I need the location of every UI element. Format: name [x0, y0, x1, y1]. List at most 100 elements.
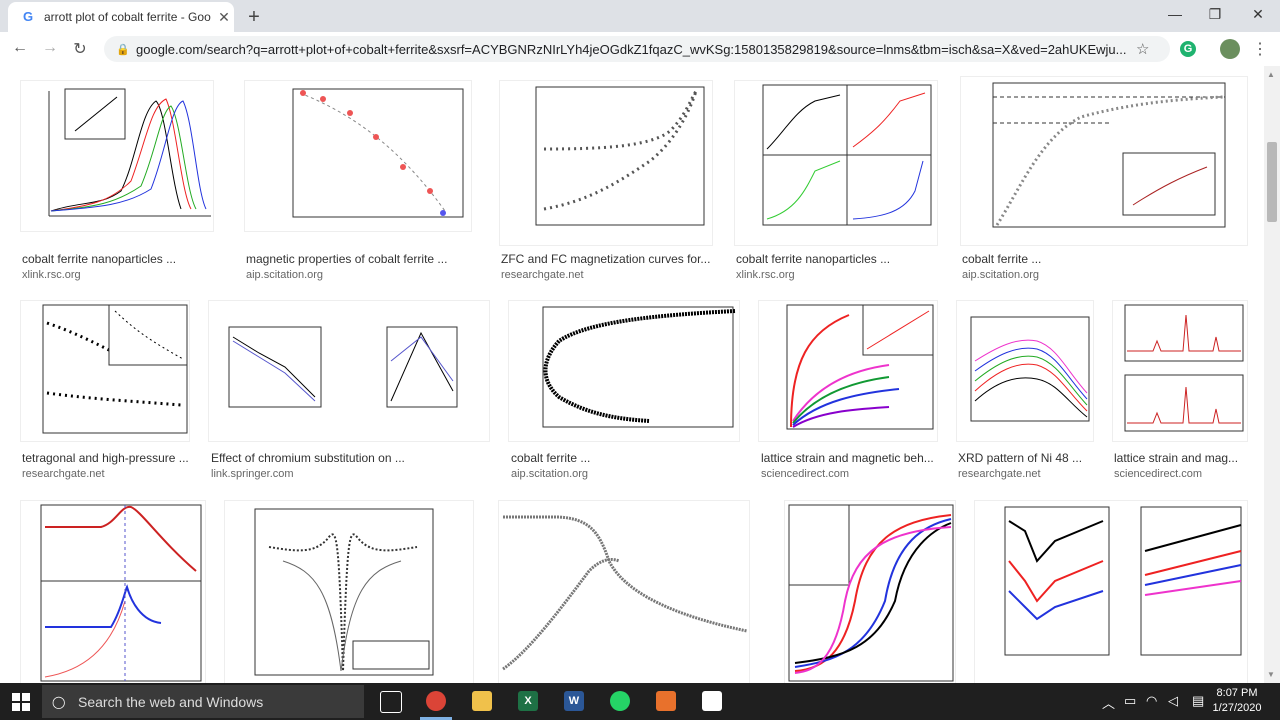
- browser-toolbar: ← → ↻ 🔒 google.com/search?q=arrott+plot+…: [0, 32, 1280, 67]
- scroll-up-icon[interactable]: ▲: [1267, 70, 1275, 79]
- result-thumbnail[interactable]: [974, 500, 1248, 683]
- powerpoint-icon[interactable]: [656, 691, 676, 711]
- result-thumbnail[interactable]: [498, 500, 750, 683]
- restore-icon[interactable]: ❐: [1200, 6, 1230, 23]
- image-results-grid: cobalt ferrite nanoparticles ... xlink.r…: [0, 66, 1264, 683]
- windows-taskbar: ◯ Search the web and Windows X W ︿ ▭ ◠ ◁…: [0, 683, 1280, 720]
- thumbnail-graphic: [975, 501, 1247, 683]
- thumbnail-graphic: [509, 301, 739, 441]
- star-icon[interactable]: ☆: [1136, 40, 1156, 58]
- result-source[interactable]: aip.scitation.org: [511, 468, 588, 480]
- thumbnail-graphic: [500, 81, 712, 245]
- result-thumbnail[interactable]: [508, 300, 740, 442]
- result-thumbnail[interactable]: [20, 300, 190, 442]
- result-caption[interactable]: cobalt ferrite ...: [511, 451, 711, 465]
- clock-date: 1/27/2020: [1212, 702, 1262, 714]
- result-source[interactable]: aip.scitation.org: [246, 269, 323, 281]
- taskbar-search-placeholder: Search the web and Windows: [78, 693, 264, 710]
- page-scrollbar[interactable]: ▲ ▼: [1264, 66, 1280, 683]
- thumbnail-graphic: [957, 301, 1093, 441]
- windows-start-icon[interactable]: [12, 693, 30, 711]
- result-source[interactable]: link.springer.com: [211, 468, 294, 480]
- notification-icon[interactable]: ▤: [1192, 693, 1204, 709]
- result-caption[interactable]: Effect of chromium substitution on ...: [211, 451, 451, 465]
- result-thumbnail[interactable]: [758, 300, 938, 442]
- scrollbar-thumb[interactable]: [1267, 142, 1277, 222]
- result-source[interactable]: xlink.rsc.org: [22, 269, 81, 281]
- result-thumbnail[interactable]: [208, 300, 490, 442]
- thumbnail-graphic: [735, 81, 937, 245]
- thumbnail-graphic: [499, 501, 749, 683]
- result-thumbnail[interactable]: [734, 80, 938, 246]
- result-thumbnail[interactable]: [1112, 300, 1248, 442]
- tab-strip: G arrott plot of cobalt ferrite - Goo ✕ …: [0, 0, 1280, 32]
- result-caption[interactable]: XRD pattern of Ni 48 ...: [958, 451, 1088, 465]
- scroll-down-icon[interactable]: ▼: [1267, 670, 1275, 679]
- volume-icon[interactable]: ◁: [1168, 693, 1178, 709]
- thumbnail-graphic: [21, 301, 189, 441]
- excel-icon[interactable]: X: [518, 691, 538, 711]
- browser-tab[interactable]: G arrott plot of cobalt ferrite - Goo ✕: [8, 2, 234, 32]
- result-thumbnail[interactable]: [499, 80, 713, 246]
- avatar[interactable]: [1220, 39, 1240, 59]
- address-bar[interactable]: 🔒 google.com/search?q=arrott+plot+of+cob…: [104, 36, 1170, 62]
- taskbar-clock[interactable]: 8:07 PM 1/27/2020: [1212, 686, 1262, 716]
- whatsapp-icon[interactable]: [610, 691, 630, 711]
- result-source[interactable]: xlink.rsc.org: [736, 269, 795, 281]
- thumbnail-graphic: [961, 77, 1247, 245]
- result-caption[interactable]: lattice strain and mag...: [1114, 451, 1250, 465]
- thumbnail-graphic: [759, 301, 937, 441]
- result-caption[interactable]: tetragonal and high-pressure ...: [22, 451, 202, 465]
- chrome-icon[interactable]: [426, 691, 446, 711]
- result-caption[interactable]: cobalt ferrite nanoparticles ...: [736, 252, 936, 266]
- window-close-icon[interactable]: ✕: [1243, 6, 1273, 23]
- taskbar-search-box[interactable]: ◯ Search the web and Windows: [42, 685, 364, 718]
- wifi-icon[interactable]: ◠: [1146, 693, 1157, 709]
- result-caption[interactable]: cobalt ferrite nanoparticles ...: [22, 252, 222, 266]
- clock-time: 8:07 PM: [1216, 687, 1258, 699]
- result-source[interactable]: researchgate.net: [501, 269, 584, 281]
- result-thumbnail[interactable]: [224, 500, 474, 683]
- thumbnail-graphic: [21, 81, 213, 231]
- back-arrow-icon[interactable]: ←: [10, 39, 30, 57]
- close-icon[interactable]: ✕: [216, 9, 232, 26]
- grammarly-extension-icon[interactable]: G: [1180, 41, 1196, 57]
- chevron-up-icon[interactable]: ︿: [1102, 693, 1115, 712]
- thumbnail-graphic: [225, 501, 473, 683]
- thumbnail-graphic: [209, 301, 489, 441]
- result-thumbnail[interactable]: [956, 300, 1094, 442]
- minimize-icon[interactable]: —: [1160, 6, 1190, 22]
- forward-arrow-icon[interactable]: →: [40, 39, 60, 57]
- lock-icon[interactable]: 🔒: [116, 43, 130, 56]
- result-source[interactable]: sciencedirect.com: [761, 468, 849, 480]
- result-source[interactable]: aip.scitation.org: [962, 269, 1039, 281]
- blank-document-icon[interactable]: [702, 691, 722, 711]
- result-source[interactable]: researchgate.net: [22, 468, 105, 480]
- thumbnail-graphic: [785, 501, 955, 683]
- more-menu-icon[interactable]: ⋮: [1252, 39, 1268, 59]
- result-thumbnail[interactable]: [244, 80, 472, 232]
- result-caption[interactable]: cobalt ferrite ...: [962, 252, 1162, 266]
- result-thumbnail[interactable]: [960, 76, 1248, 246]
- plus-icon[interactable]: +: [244, 6, 264, 29]
- url-text[interactable]: google.com/search?q=arrott+plot+of+cobal…: [136, 42, 1136, 57]
- battery-icon[interactable]: ▭: [1124, 693, 1136, 709]
- search-icon: ◯: [52, 694, 66, 709]
- thumbnail-graphic: [1113, 301, 1247, 441]
- result-thumbnail[interactable]: [20, 500, 206, 683]
- thumbnail-graphic: [245, 81, 471, 231]
- google-favicon-icon: G: [22, 9, 34, 24]
- result-caption[interactable]: magnetic properties of cobalt ferrite ..…: [246, 252, 466, 266]
- thumbnail-graphic: [21, 501, 205, 683]
- file-explorer-icon[interactable]: [472, 691, 492, 711]
- result-caption[interactable]: ZFC and FC magnetization curves for...: [501, 252, 711, 266]
- tab-title: arrott plot of cobalt ferrite - Goo: [44, 10, 211, 24]
- reload-icon[interactable]: ↻: [70, 39, 90, 59]
- result-source[interactable]: researchgate.net: [958, 468, 1041, 480]
- task-view-icon[interactable]: [380, 691, 402, 713]
- result-thumbnail[interactable]: [784, 500, 956, 683]
- result-caption[interactable]: lattice strain and magnetic beh...: [761, 451, 939, 465]
- result-thumbnail[interactable]: [20, 80, 214, 232]
- word-icon[interactable]: W: [564, 691, 584, 711]
- result-source[interactable]: sciencedirect.com: [1114, 468, 1202, 480]
